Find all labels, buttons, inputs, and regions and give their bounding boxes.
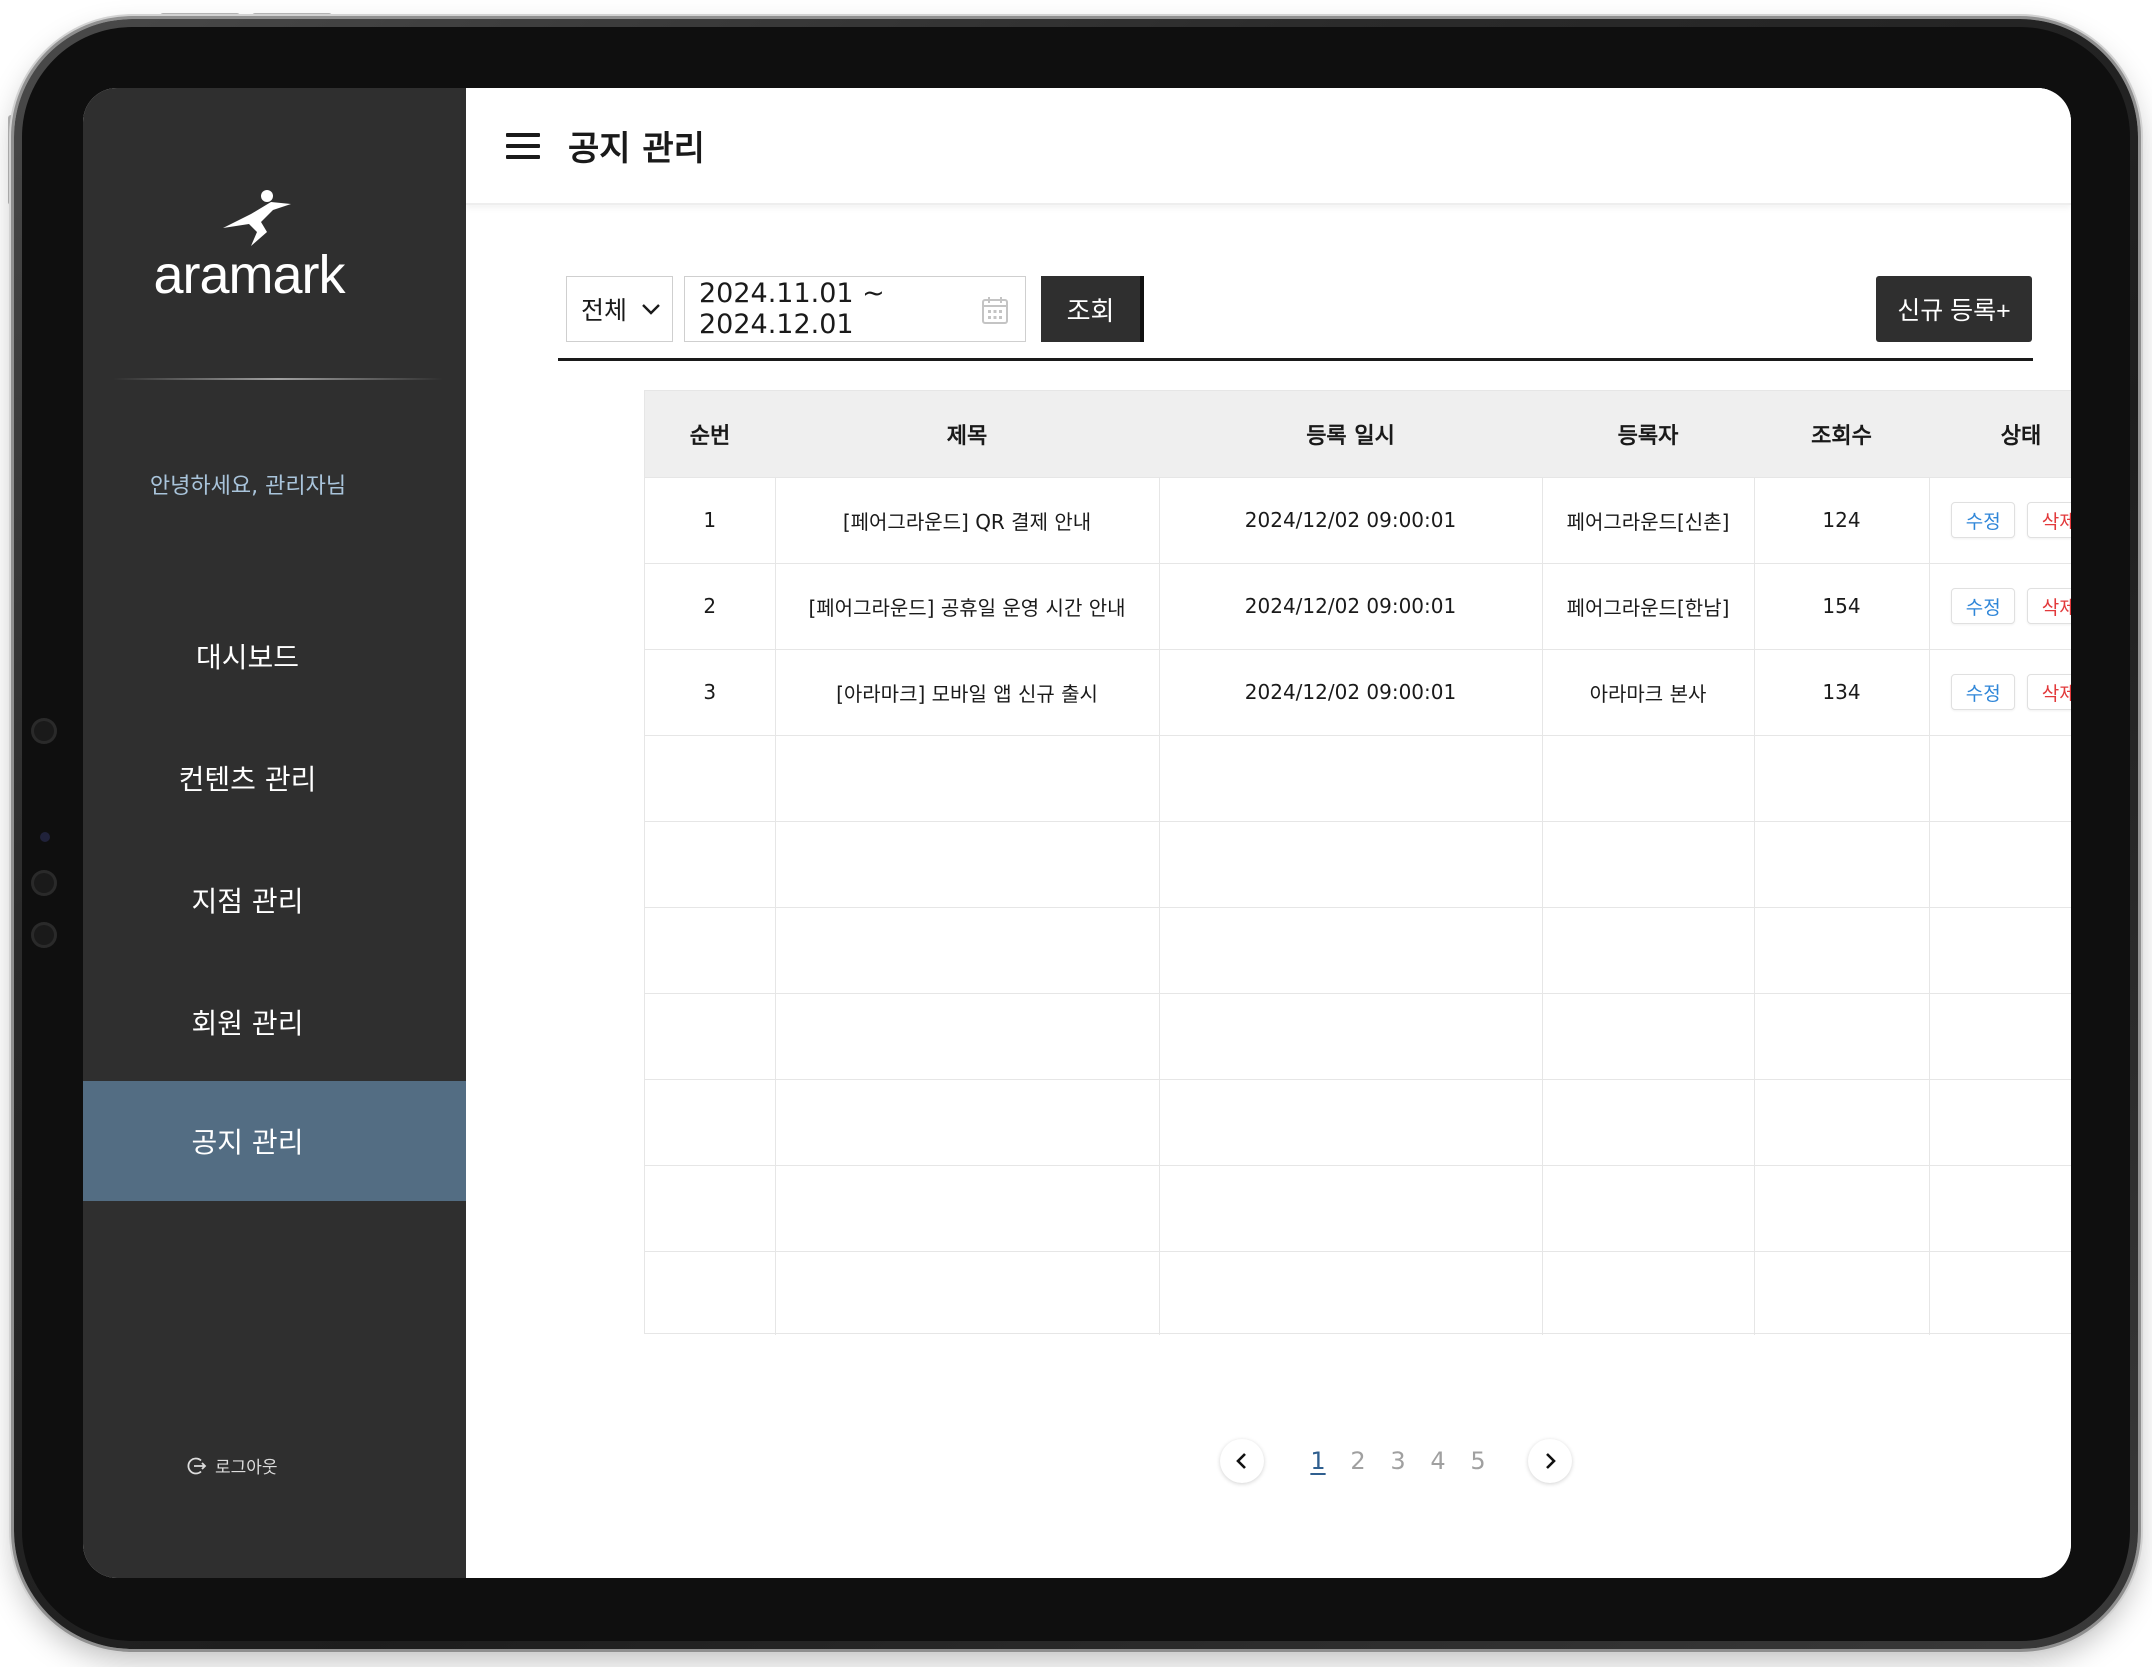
- cell-title[interactable]: [페어그라운드] 공휴일 운영 시간 안내: [775, 563, 1160, 650]
- edit-button[interactable]: 수정: [1951, 502, 2016, 538]
- page-number[interactable]: 5: [1458, 1447, 1498, 1475]
- new-notice-button[interactable]: 신규 등록+: [1876, 276, 2032, 342]
- pagination: 1 2 3 4 5: [1220, 1438, 1572, 1484]
- page-number[interactable]: 3: [1378, 1447, 1418, 1475]
- sidebar-item-dashboard[interactable]: 대시보드: [83, 596, 466, 716]
- menu-icon[interactable]: [506, 132, 540, 159]
- logout-label: 로그아웃: [215, 1458, 278, 1478]
- delete-button[interactable]: 삭제: [2027, 502, 2071, 538]
- cell-date: 2024/12/02 09:00:01: [1159, 649, 1543, 736]
- sidebar: aramark 안녕하세요, 관리자님 대시보드 컨텐츠 관리 지점 관리 회원…: [83, 88, 466, 1578]
- chevron-down-icon: [642, 304, 660, 315]
- search-button[interactable]: 조회: [1041, 276, 1144, 342]
- sidebar-divider: [113, 378, 443, 380]
- calendar-icon[interactable]: [981, 295, 1009, 325]
- date-range-field[interactable]: 2024.11.01 ~ 2024.12.01: [684, 276, 1026, 342]
- filter-divider: [558, 358, 2033, 361]
- column-header-status: 상태: [1929, 391, 2071, 478]
- aramark-star-icon: [223, 190, 291, 246]
- column-header-no: 순번: [645, 391, 775, 478]
- sidebar-item-branches[interactable]: 지점 관리: [83, 840, 466, 960]
- sidebar-item-label: 지점 관리: [191, 885, 304, 918]
- logout-button[interactable]: 로그아웃: [187, 1453, 278, 1478]
- column-header-date: 등록 일시: [1159, 391, 1542, 478]
- page-number-current[interactable]: 1: [1298, 1447, 1338, 1475]
- empty-table-row: [645, 1165, 2071, 1252]
- sidebar-item-notices[interactable]: 공지 관리: [83, 1081, 466, 1201]
- edit-button[interactable]: 수정: [1951, 588, 2016, 624]
- sidebar-item-members[interactable]: 회원 관리: [83, 962, 466, 1082]
- sensor-dot: [40, 832, 50, 842]
- cell-date: 2024/12/02 09:00:01: [1159, 563, 1543, 650]
- date-range-value: 2024.11.01 ~ 2024.12.01: [699, 278, 885, 340]
- cell-views: 124: [1754, 477, 1930, 564]
- empty-table-row: [645, 993, 2071, 1080]
- camera-dot: [31, 922, 57, 948]
- table-header-row: 순번 제목 등록 일시 등록자 조회수 상태: [645, 391, 2071, 478]
- brand-logo: aramark: [139, 188, 359, 305]
- delete-button[interactable]: 삭제: [2027, 588, 2071, 624]
- table-row[interactable]: 2 [페어그라운드] 공휴일 운영 시간 안내 2024/12/02 09:00…: [645, 563, 2071, 650]
- empty-table-row: [645, 821, 2071, 908]
- greeting-text: 안녕하세요, 관리자님: [149, 474, 347, 499]
- cell-status: 수정 삭제: [1929, 649, 2071, 736]
- cell-no: 3: [645, 649, 776, 736]
- cell-author: 아라마크 본사: [1542, 649, 1755, 736]
- cell-no: 2: [645, 563, 776, 650]
- sidebar-item-label: 컨텐츠 관리: [178, 763, 317, 796]
- brand-name: aramark: [153, 245, 345, 305]
- table-row[interactable]: 1 [페어그라운드] QR 결제 안내 2024/12/02 09:00:01 …: [645, 477, 2071, 564]
- next-page-button[interactable]: [1528, 1439, 1572, 1483]
- logout-icon: [187, 1457, 207, 1474]
- top-bar: 공지 관리: [466, 88, 2071, 205]
- edit-button[interactable]: 수정: [1951, 674, 2016, 710]
- cell-views: 154: [1754, 563, 1930, 650]
- table-row[interactable]: 3 [아라마크] 모바일 앱 신규 출시 2024/12/02 09:00:01…: [645, 649, 2071, 736]
- cell-status: 수정 삭제: [1929, 477, 2071, 564]
- chevron-right-icon: [1546, 1453, 1556, 1469]
- sidebar-item-label: 공지 관리: [191, 1126, 304, 1159]
- cell-status: 수정 삭제: [1929, 563, 2071, 650]
- page-title: 공지 관리: [568, 129, 705, 169]
- cell-no: 1: [645, 477, 776, 564]
- main-content: 공지 관리 전체 2024.11.01 ~ 2024.12.01 조회 신규 등…: [466, 88, 2071, 1578]
- column-header-views: 조회수: [1754, 391, 1929, 478]
- empty-table-row: [645, 907, 2071, 994]
- chevron-left-icon: [1236, 1453, 1246, 1469]
- cell-author: 페어그라운드[한남]: [1542, 563, 1755, 650]
- sidebar-item-label: 대시보드: [195, 641, 300, 674]
- sidebar-item-contents[interactable]: 컨텐츠 관리: [83, 718, 466, 838]
- sidebar-item-label: 회원 관리: [191, 1007, 304, 1040]
- notice-table: 순번 제목 등록 일시 등록자 조회수 상태 1 [페어그라운드] QR 결제 …: [644, 390, 2071, 1335]
- empty-table-row: [645, 735, 2071, 822]
- cell-title[interactable]: [페어그라운드] QR 결제 안내: [775, 477, 1160, 564]
- page-number[interactable]: 4: [1418, 1447, 1458, 1475]
- tablet-screen: aramark 안녕하세요, 관리자님 대시보드 컨텐츠 관리 지점 관리 회원…: [83, 88, 2071, 1578]
- column-header-author: 등록자: [1542, 391, 1754, 478]
- empty-table-row: [645, 1079, 2071, 1166]
- empty-table-row: [645, 1251, 2071, 1335]
- category-select[interactable]: 전체: [566, 276, 673, 342]
- cell-views: 134: [1754, 649, 1930, 736]
- delete-button[interactable]: 삭제: [2027, 674, 2071, 710]
- camera-dot: [31, 718, 57, 744]
- cell-title[interactable]: [아라마크] 모바일 앱 신규 출시: [775, 649, 1160, 736]
- camera-dot: [31, 870, 57, 896]
- prev-page-button[interactable]: [1220, 1439, 1264, 1483]
- column-header-title: 제목: [775, 391, 1159, 478]
- page-number[interactable]: 2: [1338, 1447, 1378, 1475]
- cell-date: 2024/12/02 09:00:01: [1159, 477, 1543, 564]
- category-select-value: 전체: [581, 296, 628, 325]
- cell-author: 페어그라운드[신촌]: [1542, 477, 1755, 564]
